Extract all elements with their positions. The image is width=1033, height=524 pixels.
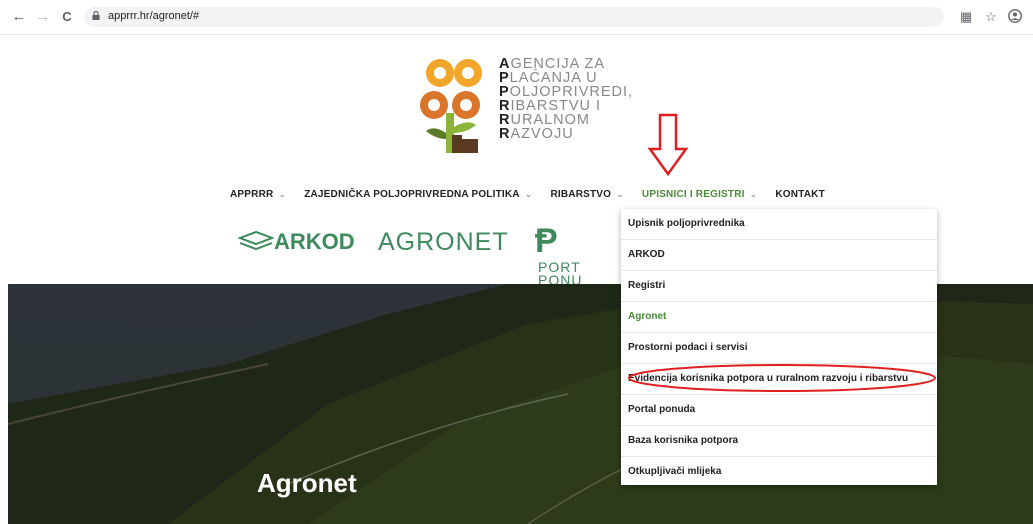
annotation-ellipse bbox=[628, 364, 936, 392]
chevron-down-icon: ⌄ bbox=[524, 189, 533, 199]
chevron-down-icon: ⌄ bbox=[749, 189, 758, 199]
menu-item-upisnik[interactable]: Upisnik poljoprivrednika bbox=[621, 209, 937, 239]
translate-icon[interactable]: ▦ bbox=[960, 9, 972, 25]
menu-item-prostorni-podaci[interactable]: Prostorni podaci i servisi bbox=[621, 332, 937, 363]
account-icon[interactable] bbox=[1008, 9, 1022, 23]
address-bar[interactable]: apprrr.hr/agronet/# bbox=[84, 7, 944, 27]
menu-item-arkod[interactable]: ARKOD bbox=[621, 239, 937, 270]
annotation-arrow-icon bbox=[647, 113, 689, 177]
lock-icon bbox=[92, 11, 100, 20]
apprrr-logo-icon[interactable] bbox=[416, 55, 494, 155]
main-navigation: APPRRR ⌄ ZAJEDNIČKA POLJOPRIVREDNA POLITI… bbox=[230, 189, 843, 200]
star-icon[interactable]: ☆ bbox=[985, 9, 997, 25]
logo-line: AGENCIJA ZA bbox=[499, 56, 606, 72]
menu-item-agronet[interactable]: Agronet bbox=[621, 301, 937, 332]
agronet-logo[interactable]: AGRONET bbox=[378, 228, 509, 257]
arkod-logo[interactable]: ARKOD bbox=[237, 229, 355, 255]
logo-line: PLAĆANJA U bbox=[499, 70, 598, 86]
page-title: Agronet bbox=[257, 468, 357, 498]
menu-item-otkupljivaci[interactable]: Otkupljivači mlijeka bbox=[621, 456, 937, 487]
nav-item-kontakt[interactable]: KONTAKT bbox=[775, 189, 825, 200]
url-text: apprrr.hr/agronet/# bbox=[108, 10, 200, 22]
arkod-layers-icon bbox=[237, 230, 275, 251]
reload-icon[interactable]: C bbox=[58, 8, 76, 26]
logo-line: POLJOPRIVREDI, bbox=[499, 84, 634, 100]
portal-p-icon: Ᵽ bbox=[535, 222, 558, 260]
forward-icon[interactable]: → bbox=[34, 8, 52, 26]
nav-item-upisnici-i-registri[interactable]: UPISNICI I REGISTRI ⌄ bbox=[642, 189, 757, 200]
portal-ponuda-logo[interactable]: Ᵽ PORT PONU bbox=[535, 224, 582, 287]
nav-item-zpp[interactable]: ZAJEDNIČKA POLJOPRIVREDNA POLITIKA ⌄ bbox=[304, 189, 532, 200]
nav-item-apprrr[interactable]: APPRRR ⌄ bbox=[230, 189, 286, 200]
chevron-down-icon: ⌄ bbox=[278, 189, 287, 199]
menu-item-registri[interactable]: Registri bbox=[621, 270, 937, 301]
logo-line: RAZVOJU bbox=[499, 126, 574, 142]
back-icon[interactable]: ← bbox=[10, 8, 28, 26]
browser-toolbar: ← → C apprrr.hr/agronet/# ▦ ☆ bbox=[0, 0, 1033, 35]
menu-item-baza-korisnika[interactable]: Baza korisnika potpora bbox=[621, 425, 937, 456]
chevron-down-icon: ⌄ bbox=[616, 189, 624, 199]
logo-line: RURALNOM bbox=[499, 112, 590, 128]
upisnici-dropdown-menu: Upisnik poljoprivrednika ARKOD Registri … bbox=[621, 209, 937, 485]
logo-line: RIBARSTVU I bbox=[499, 98, 602, 114]
logo-wordmark: AGENCIJA ZA PLAĆANJA U POLJOPRIVREDI, RI… bbox=[499, 56, 634, 142]
menu-item-portal-ponuda[interactable]: Portal ponuda bbox=[621, 394, 937, 425]
nav-item-ribarstvo[interactable]: RIBARSTVO ⌄ bbox=[550, 189, 623, 200]
